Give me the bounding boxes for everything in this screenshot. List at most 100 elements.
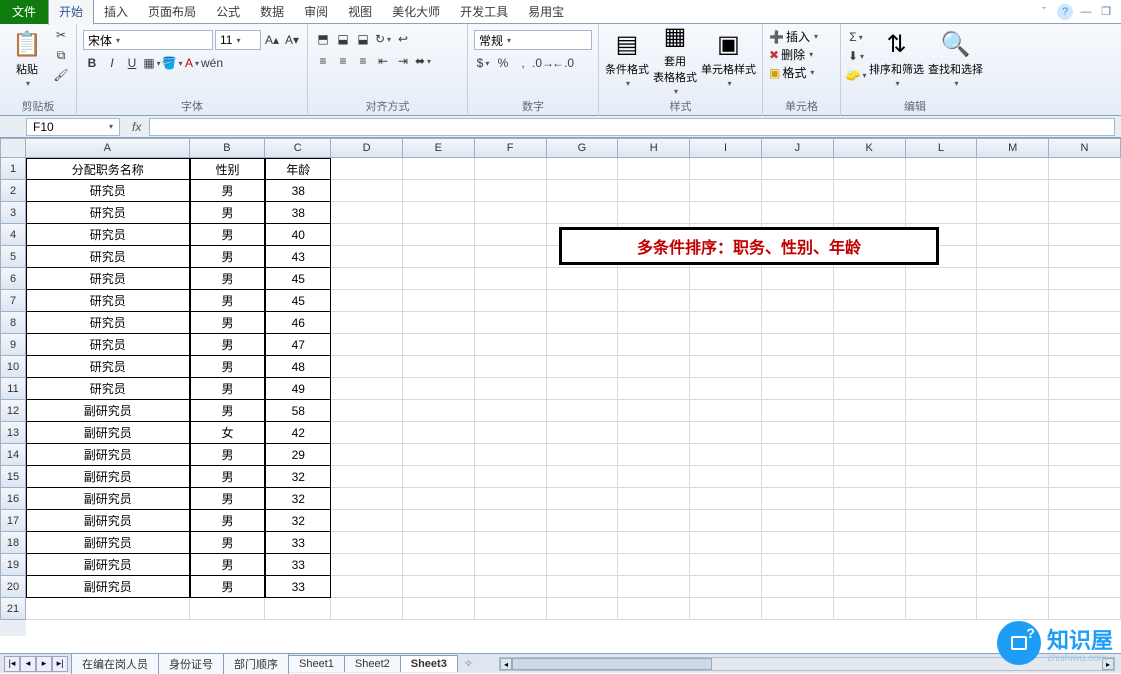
cell-K17[interactable] [834,510,906,532]
cell-N11[interactable] [1049,378,1121,400]
cell-A15[interactable]: 副研究员 [26,466,190,488]
cell-A1[interactable]: 分配职务名称 [26,158,190,180]
cell-G18[interactable] [547,532,619,554]
cell-J19[interactable] [762,554,834,576]
cell-styles-button[interactable]: ▣单元格样式▾ [701,26,756,92]
delete-cells-button[interactable]: ✖删除▾ [769,46,818,63]
cell-I8[interactable] [690,312,762,334]
align-right-button[interactable]: ≡ [354,52,372,70]
row-header-11[interactable]: 11 [0,378,26,400]
col-header-F[interactable]: F [475,138,547,158]
cell-B3[interactable]: 男 [190,202,266,224]
row-header-3[interactable]: 3 [0,202,26,224]
cell-H12[interactable] [618,400,690,422]
cell-J7[interactable] [762,290,834,312]
cell-G14[interactable] [547,444,619,466]
cell-D13[interactable] [331,422,403,444]
cell-J18[interactable] [762,532,834,554]
cell-A16[interactable]: 副研究员 [26,488,190,510]
cell-M3[interactable] [977,202,1049,224]
cell-A6[interactable]: 研究员 [26,268,190,290]
cell-J9[interactable] [762,334,834,356]
cell-L21[interactable] [906,598,978,620]
cell-K14[interactable] [834,444,906,466]
cell-E17[interactable] [403,510,475,532]
cell-I17[interactable] [690,510,762,532]
cell-E15[interactable] [403,466,475,488]
cell-G1[interactable] [547,158,619,180]
cell-E8[interactable] [403,312,475,334]
cell-C12[interactable]: 58 [265,400,331,422]
cell-G6[interactable] [547,268,619,290]
formula-input[interactable] [149,118,1115,136]
cell-K20[interactable] [834,576,906,598]
cell-J11[interactable] [762,378,834,400]
cell-J17[interactable] [762,510,834,532]
cell-B6[interactable]: 男 [190,268,266,290]
format-cells-button[interactable]: ▣格式▾ [769,64,818,81]
cell-E7[interactable] [403,290,475,312]
cell-C15[interactable]: 32 [265,466,331,488]
cell-L13[interactable] [906,422,978,444]
increase-font-button[interactable]: A▴ [263,31,281,49]
cell-I13[interactable] [690,422,762,444]
cell-K9[interactable] [834,334,906,356]
row-header-8[interactable]: 8 [0,312,26,334]
tab-易用宝[interactable]: 易用宝 [518,0,574,24]
cell-D17[interactable] [331,510,403,532]
cell-K11[interactable] [834,378,906,400]
cell-B1[interactable]: 性别 [190,158,266,180]
cell-F12[interactable] [475,400,547,422]
row-header-18[interactable]: 18 [0,532,26,554]
cell-A18[interactable]: 副研究员 [26,532,190,554]
cell-H1[interactable] [618,158,690,180]
restore-icon[interactable]: ❐ [1099,5,1113,19]
fx-icon[interactable]: fx [124,120,149,134]
row-header-20[interactable]: 20 [0,576,26,598]
tab-公式[interactable]: 公式 [206,0,250,24]
cell-B20[interactable]: 男 [190,576,266,598]
cell-B17[interactable]: 男 [190,510,266,532]
cell-H3[interactable] [618,202,690,224]
cell-I21[interactable] [690,598,762,620]
cell-H21[interactable] [618,598,690,620]
cell-K1[interactable] [834,158,906,180]
cell-D20[interactable] [331,576,403,598]
sheet-nav-first[interactable]: |◂ [4,656,20,672]
cell-K8[interactable] [834,312,906,334]
row-header-15[interactable]: 15 [0,466,26,488]
row-header-9[interactable]: 9 [0,334,26,356]
cell-C14[interactable]: 29 [265,444,331,466]
cell-D9[interactable] [331,334,403,356]
col-header-I[interactable]: I [690,138,762,158]
cell-B9[interactable]: 男 [190,334,266,356]
cell-A10[interactable]: 研究员 [26,356,190,378]
cell-D7[interactable] [331,290,403,312]
cell-A8[interactable]: 研究员 [26,312,190,334]
increase-indent-button[interactable]: ⇥ [394,52,412,70]
cell-F18[interactable] [475,532,547,554]
cell-N14[interactable] [1049,444,1121,466]
cell-C7[interactable]: 45 [265,290,331,312]
cell-C10[interactable]: 48 [265,356,331,378]
cell-B13[interactable]: 女 [190,422,266,444]
name-box[interactable]: F10▾ [26,118,120,136]
cell-C5[interactable]: 43 [265,246,331,268]
border-button[interactable]: ▦▾ [143,54,161,72]
cell-A2[interactable]: 研究员 [26,180,190,202]
comma-button[interactable]: , [514,54,532,72]
cell-B14[interactable]: 男 [190,444,266,466]
cell-L1[interactable] [906,158,978,180]
cell-E9[interactable] [403,334,475,356]
cell-J2[interactable] [762,180,834,202]
cell-C16[interactable]: 32 [265,488,331,510]
cell-M13[interactable] [977,422,1049,444]
cell-K21[interactable] [834,598,906,620]
row-header-13[interactable]: 13 [0,422,26,444]
cell-E6[interactable] [403,268,475,290]
cell-N2[interactable] [1049,180,1121,202]
cell-C3[interactable]: 38 [265,202,331,224]
cell-N19[interactable] [1049,554,1121,576]
cell-L12[interactable] [906,400,978,422]
cell-H17[interactable] [618,510,690,532]
